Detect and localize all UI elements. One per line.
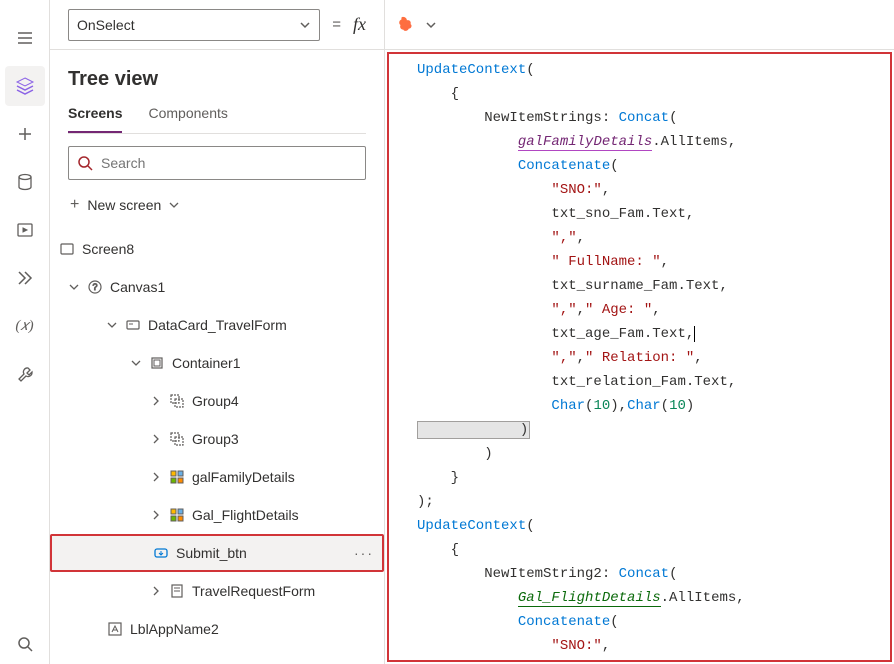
search-icon [77,155,93,171]
tree-node-submit-btn[interactable]: Submit_btn ··· [50,534,384,572]
screen-icon [58,240,76,258]
chevron-down-icon [169,200,179,210]
add-icon[interactable] [5,114,45,154]
tree-node-label: Group3 [192,431,239,447]
tab-screens[interactable]: Screens [68,105,122,133]
menu-icon[interactable] [5,18,45,58]
tree-node-label: Group4 [192,393,239,409]
property-bar: OnSelect = fx [50,0,384,50]
group-icon [168,430,186,448]
tree-node-group4[interactable]: Group4 [50,382,384,420]
tree-node-label: Submit_btn [176,545,247,561]
flows-icon[interactable] [5,258,45,298]
tree-node-travelreq[interactable]: TravelRequestForm [50,572,384,610]
new-screen-button[interactable]: + New screen [68,192,366,218]
tab-components[interactable]: Components [148,105,227,133]
tree-view: Screen8 ? Canvas1 DataCard_TravelForm Co… [50,230,384,664]
search-input[interactable] [101,155,357,171]
tree-node-label: Screen8 [82,241,134,257]
chevron-right-icon [150,509,162,521]
chevron-down-icon [299,19,311,31]
formula-editor[interactable]: UpdateContext( { NewItemStrings: Concat(… [387,52,892,662]
property-dropdown[interactable]: OnSelect [68,9,320,41]
chevron-down-icon[interactable] [425,19,437,31]
tree-search[interactable] [68,146,366,180]
chevron-down-icon [68,281,80,293]
fx-label[interactable]: fx [353,14,366,35]
formula-bar-header [385,0,894,50]
chevron-right-icon [150,471,162,483]
media-icon[interactable] [5,210,45,250]
tools-icon[interactable] [5,354,45,394]
chevron-right-icon [150,395,162,407]
gallery-icon [168,506,186,524]
tree-node-label: Gal_FlightDetails [192,507,299,523]
tree-node-label: Container1 [172,355,241,371]
container-icon [148,354,166,372]
property-name: OnSelect [77,17,135,33]
tree-tabs: Screens Components [68,105,366,134]
tree-node-screen8[interactable]: Screen8 [50,230,384,268]
search-rail-icon[interactable] [5,624,45,664]
tree-node-datacard[interactable]: DataCard_TravelForm [50,306,384,344]
tree-node-galfamily[interactable]: galFamilyDetails [50,458,384,496]
help-icon: ? [86,278,104,296]
svg-text:?: ? [92,282,97,292]
tree-node-lblappname[interactable]: LblAppName2 [50,610,384,648]
chevron-right-icon [150,433,162,445]
variable-icon[interactable]: (𝑥) [5,306,45,346]
button-icon [152,544,170,562]
chevron-down-icon [106,319,118,331]
gallery-icon [168,468,186,486]
more-icon[interactable]: ··· [354,545,374,561]
tree-title: Tree view [68,68,366,91]
tree-node-label: Canvas1 [110,279,165,295]
layers-icon[interactable] [5,66,45,106]
tree-node-container1[interactable]: Container1 [50,344,384,382]
left-rail: (𝑥) [0,0,50,664]
plus-icon: + [70,196,79,214]
chevron-right-icon [150,585,162,597]
database-icon[interactable] [5,162,45,202]
chevron-down-icon [130,357,142,369]
tree-node-label: TravelRequestForm [192,583,315,599]
equals-sign: = [332,16,341,33]
copilot-icon[interactable] [395,14,417,36]
tree-node-group3[interactable]: Group3 [50,420,384,458]
tree-node-galflight[interactable]: Gal_FlightDetails [50,496,384,534]
new-screen-label: New screen [87,197,161,213]
tree-node-label: DataCard_TravelForm [148,317,287,333]
label-icon [106,620,124,638]
tree-node-canvas1[interactable]: ? Canvas1 [50,268,384,306]
tree-node-label: LblAppName2 [130,621,219,637]
form-icon [168,582,186,600]
tree-node-label: galFamilyDetails [192,469,295,485]
group-icon [168,392,186,410]
card-icon [124,316,142,334]
